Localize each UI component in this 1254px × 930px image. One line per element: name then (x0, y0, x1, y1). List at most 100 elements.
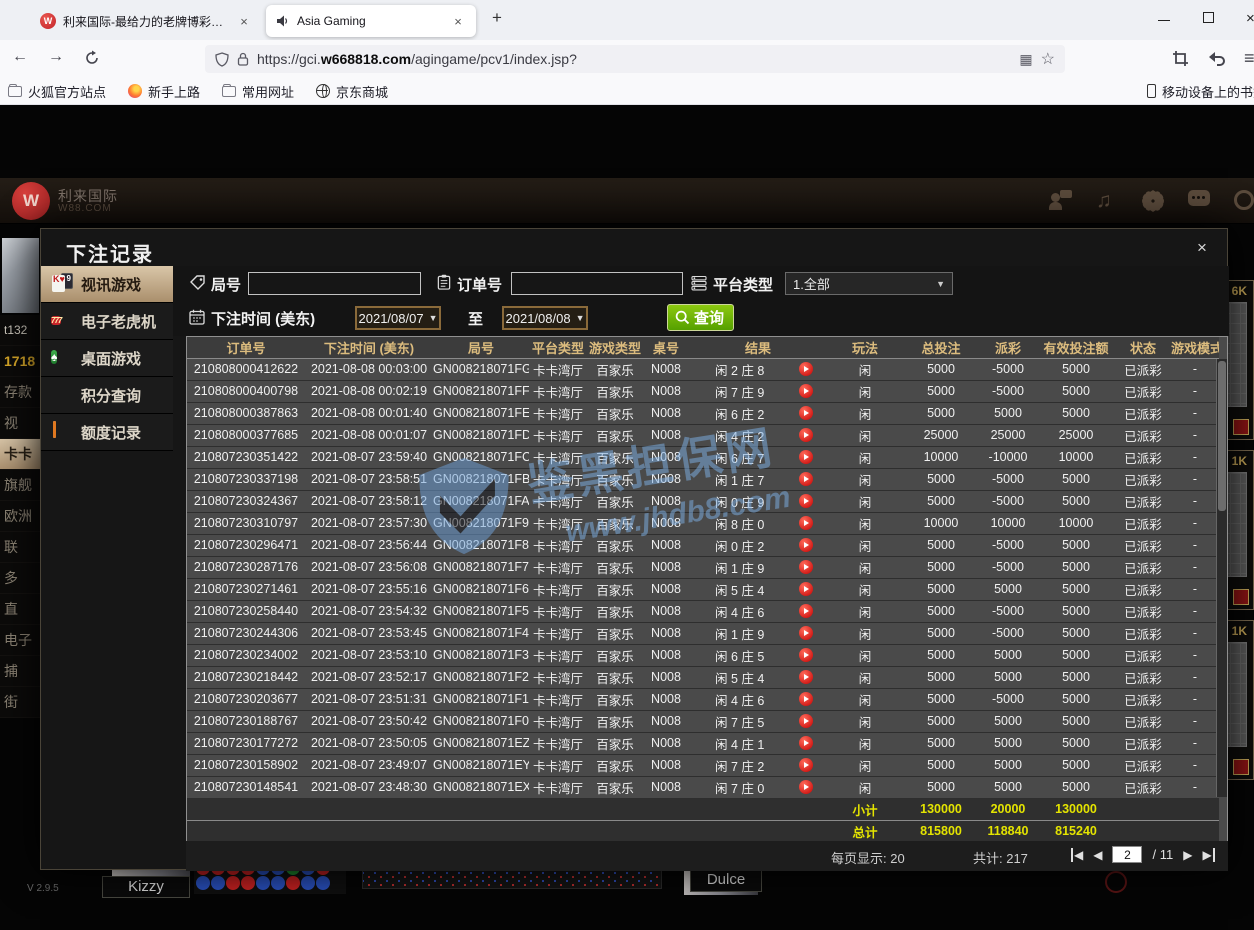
reload-icon[interactable] (84, 50, 100, 66)
bg-nav-item[interactable]: t132 (0, 315, 40, 346)
bookmark-star-icon[interactable]: ☆ (1041, 49, 1055, 69)
cell: 百家乐 (587, 446, 643, 468)
menu-icon[interactable]: ≡ (1244, 48, 1254, 69)
replay-play-icon[interactable] (799, 428, 813, 442)
result-cell: 闲 5 庄 4 (689, 666, 827, 688)
qr-icon[interactable]: ▦ (1019, 51, 1032, 68)
replay-play-icon[interactable] (799, 692, 813, 706)
bookmark-item[interactable]: 常用网址 (222, 82, 294, 101)
cell: 5000 (903, 534, 979, 556)
bg-nav-item[interactable]: 欧洲 (0, 501, 40, 532)
next-page-icon[interactable]: ▶ (1183, 848, 1192, 862)
screenshot-crop-icon[interactable] (1172, 50, 1189, 67)
replay-play-icon[interactable] (799, 362, 813, 376)
forward-icon[interactable]: → (48, 48, 64, 66)
cell: 5000 (903, 710, 979, 732)
replay-play-icon[interactable] (799, 780, 813, 794)
shield-icon[interactable] (215, 52, 229, 67)
bg-nav-item[interactable]: 电子 (0, 625, 40, 656)
date-from-picker[interactable]: 2021/08/07▼ (355, 306, 441, 330)
replay-play-icon[interactable] (799, 626, 813, 640)
replay-play-icon[interactable] (799, 560, 813, 574)
cell: 5000 (903, 380, 979, 402)
new-tab-icon[interactable]: + (492, 8, 502, 28)
replay-play-icon[interactable] (799, 538, 813, 552)
replay-play-icon[interactable] (799, 494, 813, 508)
cell: 闲 (827, 666, 903, 688)
cell: - (1171, 446, 1219, 468)
bg-nav-item[interactable]: 卡卡 (0, 439, 40, 470)
chat-bubble-icon[interactable] (1188, 190, 1210, 206)
browser-tab-1[interactable]: W 利来国际-最给力的老牌博彩网站 × (30, 5, 262, 37)
replay-play-icon[interactable] (799, 648, 813, 662)
window-close-icon[interactable]: × (1246, 12, 1254, 26)
customer-service-icon[interactable] (1050, 190, 1072, 212)
replay-play-icon[interactable] (799, 670, 813, 684)
bg-nav-item[interactable]: 直 (0, 594, 40, 625)
prev-page-icon[interactable]: ◀ (1093, 848, 1102, 862)
bookmark-item[interactable]: 火狐官方站点 (8, 82, 106, 101)
back-icon[interactable]: ← (12, 48, 28, 66)
search-button[interactable]: 查询 (667, 304, 734, 331)
tab-slots[interactable]: 777 电子老虎机 (41, 303, 173, 340)
platform-select[interactable]: 1.全部 ▼ (785, 272, 953, 295)
tab-quota-records[interactable]: 额度记录 (41, 414, 173, 451)
site-logo-icon[interactable]: W (12, 182, 50, 220)
replay-play-icon[interactable] (799, 472, 813, 486)
url-text[interactable]: https://gci.w668818.com/agingame/pcv1/in… (257, 51, 1011, 67)
url-bar[interactable]: https://gci.w668818.com/agingame/pcv1/in… (205, 45, 1065, 73)
replay-play-icon[interactable] (799, 406, 813, 420)
window-minimize-icon[interactable] (1158, 12, 1170, 21)
replay-play-icon[interactable] (799, 736, 813, 750)
modal-close-icon[interactable]: × (1191, 238, 1213, 258)
cell: N008 (643, 446, 689, 468)
tab-live-casino[interactable]: 9K♥ 视讯游戏 (41, 266, 173, 303)
first-page-icon[interactable]: ◀ (1071, 848, 1083, 862)
browser-tab-2-active[interactable]: Asia Gaming × (266, 5, 476, 37)
bookmark-item[interactable]: 新手上路 (128, 82, 200, 101)
bg-nav-item[interactable]: 旗舰 (0, 470, 40, 501)
page-number-input[interactable]: 2 (1112, 846, 1142, 863)
partial-ring-icon[interactable] (1234, 190, 1254, 210)
replay-play-icon[interactable] (799, 516, 813, 530)
bookmark-item[interactable]: 京东商城 (316, 82, 388, 101)
music-icon[interactable]: ♫ (1096, 190, 1118, 212)
bg-nav-item[interactable]: 1718 (0, 346, 40, 377)
undo-arrow-icon[interactable] (1208, 50, 1226, 66)
date-to-picker[interactable]: 2021/08/08▼ (502, 306, 588, 330)
lock-icon[interactable] (237, 52, 249, 66)
window-maximize-icon[interactable] (1203, 12, 1214, 23)
bg-nav-item[interactable]: 联 (0, 532, 40, 563)
cell: 210807230158902 (187, 754, 305, 776)
result-cell: 闲 1 庄 7 (689, 468, 827, 490)
bg-nav-item[interactable]: 视 (0, 408, 40, 439)
browser-tab-bar: W 利来国际-最给力的老牌博彩网站 × Asia Gaming × + × (0, 0, 1254, 40)
replay-play-icon[interactable] (799, 450, 813, 464)
tab-points-query[interactable]: 积分查询 (41, 377, 173, 414)
tab-close-icon[interactable]: × (236, 14, 252, 29)
replay-play-icon[interactable] (799, 604, 813, 618)
bg-nav-item[interactable]: 多 (0, 563, 40, 594)
last-page-icon[interactable]: ▶ (1202, 848, 1214, 862)
cell: 5000 (1037, 490, 1115, 512)
tab-close-icon[interactable]: × (450, 14, 466, 29)
bg-nav-item[interactable]: 存款 (0, 377, 40, 408)
cell: 210807230337198 (187, 468, 305, 490)
scrollbar-thumb[interactable] (1218, 361, 1226, 511)
tab-table-games[interactable]: ♠ 桌面游戏 (41, 340, 173, 377)
table-scrollbar[interactable] (1216, 359, 1227, 797)
bookmark-mobile[interactable]: 移动设备上的书签 (1147, 82, 1254, 101)
replay-play-icon[interactable] (799, 384, 813, 398)
settings-gear-icon[interactable] (1142, 190, 1164, 212)
replay-play-icon[interactable] (799, 582, 813, 596)
order-input[interactable] (511, 272, 683, 295)
cell: 闲 (827, 556, 903, 578)
replay-play-icon[interactable] (799, 714, 813, 728)
bg-nav-item[interactable]: 街 (0, 687, 40, 718)
round-input[interactable] (248, 272, 421, 295)
cell: GN008218071EY (433, 754, 529, 776)
cell: N008 (643, 644, 689, 666)
replay-play-icon[interactable] (799, 758, 813, 772)
cell: 2021-08-08 00:02:19 (305, 380, 433, 402)
bg-nav-item[interactable]: 捕 (0, 656, 40, 687)
